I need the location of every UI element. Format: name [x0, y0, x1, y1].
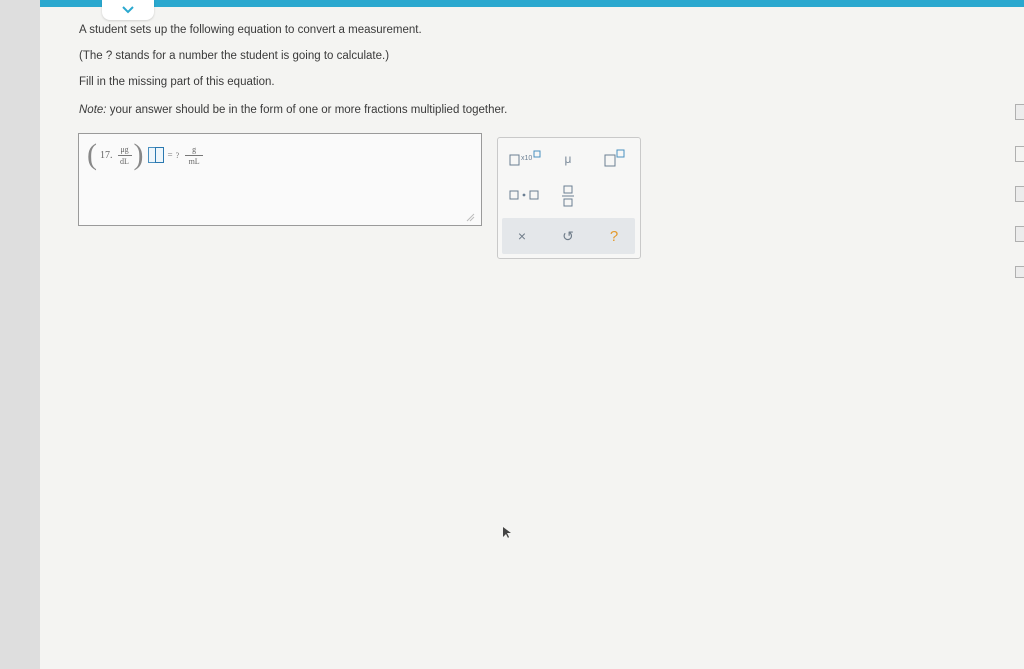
fraction-icon: [562, 185, 574, 207]
side-tool-icon-4[interactable]: [1015, 226, 1024, 242]
answer-slot-group[interactable]: [147, 147, 164, 163]
undo-button[interactable]: ↺: [553, 226, 583, 246]
lhs-denominator: dL: [120, 156, 129, 166]
fraction-bar: [117, 154, 132, 156]
top-accent-bar: [40, 0, 1024, 7]
answer-input-box[interactable]: ( 17. μg dL ) = ? g mL: [78, 133, 482, 226]
prompt-line-3: Fill in the missing part of this equatio…: [79, 76, 275, 88]
rhs-unit-fraction: g mL: [185, 144, 204, 166]
mouse-cursor-icon: [503, 527, 511, 538]
help-button[interactable]: ?: [599, 226, 629, 246]
rhs-denominator: mL: [188, 156, 200, 166]
left-margin-strip: [0, 0, 40, 669]
palette-action-bar: × ↺ ?: [502, 218, 635, 254]
note-label: Note:: [79, 104, 107, 116]
clear-button[interactable]: ×: [507, 226, 537, 246]
chevron-down-icon: [122, 6, 134, 14]
left-paren: (: [87, 138, 97, 171]
multiply-dot-icon: [509, 190, 539, 200]
prompt-line-2: (The ? stands for a number the student i…: [79, 50, 390, 62]
resize-handle-icon[interactable]: [465, 212, 475, 222]
note-text: your answer should be in the form of one…: [106, 104, 508, 116]
side-tool-icon-2[interactable]: [1015, 146, 1024, 162]
lhs-unit-fraction: μg dL: [117, 144, 132, 166]
multiply-button[interactable]: [507, 186, 541, 204]
math-palette: x10 μ × ↺ ?: [497, 137, 641, 259]
micro-button[interactable]: μ: [556, 150, 580, 168]
rhs-numerator: g: [192, 144, 197, 154]
superscript-icon: [604, 149, 625, 167]
scientific-notation-button[interactable]: x10: [508, 150, 544, 168]
prompt-line-1: A student sets up the following equation…: [79, 24, 422, 36]
coefficient: 17.: [100, 149, 113, 161]
collapse-tab-button[interactable]: [102, 0, 154, 20]
answer-slot-right[interactable]: [154, 147, 164, 163]
equation: ( 17. μg dL ) = ? g mL: [87, 140, 205, 170]
side-tool-icon-5[interactable]: [1015, 266, 1024, 278]
question-page: A student sets up the following equation…: [40, 0, 1024, 669]
superscript-button[interactable]: [602, 148, 628, 168]
equals-sign: =: [167, 150, 173, 160]
side-tool-icon-3[interactable]: [1015, 186, 1024, 202]
right-paren: ): [133, 138, 144, 171]
side-tool-icon-1[interactable]: [1015, 104, 1024, 120]
fraction-button[interactable]: [558, 184, 578, 208]
fraction-bar: [185, 154, 204, 156]
sci-label: x10: [521, 155, 533, 162]
unknown-value: ?: [175, 150, 180, 160]
prompt-note: Note: your answer should be in the form …: [79, 104, 507, 116]
lhs-numerator: μg: [120, 144, 129, 154]
